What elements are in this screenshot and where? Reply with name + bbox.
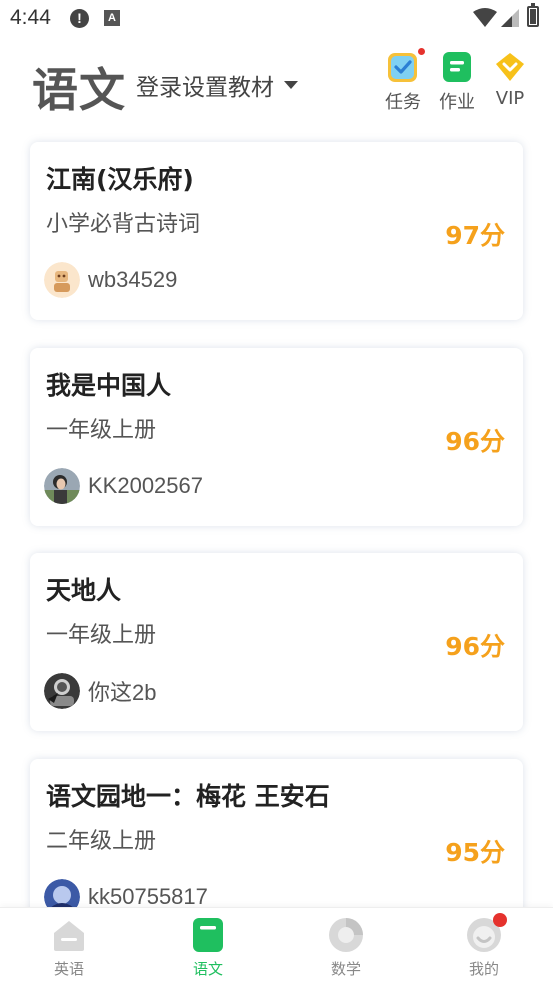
list-item[interactable]: 语文园地一：梅花 王安石 二年级上册 95分 kk50755817: [30, 759, 523, 907]
item-user[interactable]: kk50755817: [44, 879, 208, 907]
item-title: 语文园地一：梅花 王安石: [46, 782, 330, 811]
nav-english-label: 英语: [53, 960, 84, 978]
pie-chart-icon: [327, 916, 365, 954]
recitation-list[interactable]: 江南(汉乐府) 小学必背古诗词 97分 wb34529 我是中国人 一年级上册 …: [0, 130, 553, 907]
list-item[interactable]: 江南(汉乐府) 小学必背古诗词 97分 wb34529: [30, 142, 523, 320]
app-screen: 4:44 ! A 语文 登录设置教材 任务 作业 VIP 江南(汉乐府) 小学必…: [0, 0, 553, 984]
vip-button[interactable]: VIP: [485, 50, 535, 109]
vip-label: VIP: [495, 88, 525, 109]
textbook-selector[interactable]: 登录设置教材: [136, 68, 298, 102]
item-user[interactable]: wb34529: [44, 262, 177, 298]
avatar: [44, 879, 80, 907]
textbook-selector-label: 登录设置教材: [136, 75, 274, 101]
homework-button[interactable]: 作业: [432, 50, 482, 114]
avatar: [44, 262, 80, 298]
bottom-nav: 英语 语文 数学 我的: [0, 907, 553, 984]
item-title: 我是中国人: [46, 371, 172, 400]
nav-chinese[interactable]: 语文: [168, 916, 248, 979]
notification-dot: [418, 48, 425, 55]
alert-circle-icon: !: [70, 9, 89, 28]
wifi-icon: [473, 8, 497, 27]
item-user[interactable]: 你这2b: [44, 673, 156, 709]
smiley-face-icon: [465, 913, 507, 954]
avatar: [44, 468, 80, 504]
caret-down-icon: [284, 81, 298, 89]
item-score: 96分: [445, 427, 505, 456]
header: 语文 登录设置教材 任务 作业 VIP: [0, 40, 553, 130]
item-user[interactable]: KK2002567: [44, 468, 203, 504]
avatar: [44, 673, 80, 709]
item-subtitle: 一年级上册: [46, 418, 157, 443]
subject-title: 语文: [32, 63, 126, 117]
app-notification-icon: A: [104, 10, 120, 26]
homework-label: 作业: [439, 92, 475, 113]
nav-chinese-label: 语文: [192, 960, 223, 978]
list-item[interactable]: 天地人 一年级上册 96分 你这2b: [30, 553, 523, 731]
signal-icon: [501, 9, 519, 27]
home-icon: [50, 916, 88, 954]
item-score: 96分: [445, 632, 505, 661]
notification-dot: [493, 913, 507, 927]
item-subtitle: 二年级上册: [46, 829, 157, 854]
task-label: 任务: [385, 92, 421, 113]
status-bar: 4:44 ! A: [0, 0, 553, 36]
vip-diamond-icon: [493, 50, 527, 84]
item-username: 你这2b: [88, 680, 157, 705]
nav-math-label: 数学: [330, 960, 361, 978]
item-username: kk50755817: [88, 884, 208, 907]
item-score: 97分: [445, 221, 505, 250]
book-icon: [189, 916, 227, 954]
item-username: KK2002567: [88, 473, 203, 498]
task-checkbox-icon: [386, 48, 425, 84]
item-title: 天地人: [46, 576, 122, 605]
item-username: wb34529: [88, 267, 178, 292]
item-subtitle: 小学必背古诗词: [46, 212, 201, 237]
item-score: 95分: [445, 838, 505, 867]
task-button[interactable]: 任务: [378, 48, 428, 114]
item-title: 江南(汉乐府): [46, 165, 194, 194]
nav-mine[interactable]: 我的: [444, 913, 524, 979]
item-subtitle: 一年级上册: [46, 623, 157, 648]
list-item[interactable]: 我是中国人 一年级上册 96分 KK2002567: [30, 348, 523, 526]
battery-icon: [527, 3, 539, 27]
nav-mine-label: 我的: [468, 960, 499, 978]
homework-document-icon: [440, 50, 474, 84]
status-time: 4:44: [10, 6, 51, 29]
nav-english[interactable]: 英语: [29, 916, 109, 979]
nav-math[interactable]: 数学: [306, 916, 386, 979]
